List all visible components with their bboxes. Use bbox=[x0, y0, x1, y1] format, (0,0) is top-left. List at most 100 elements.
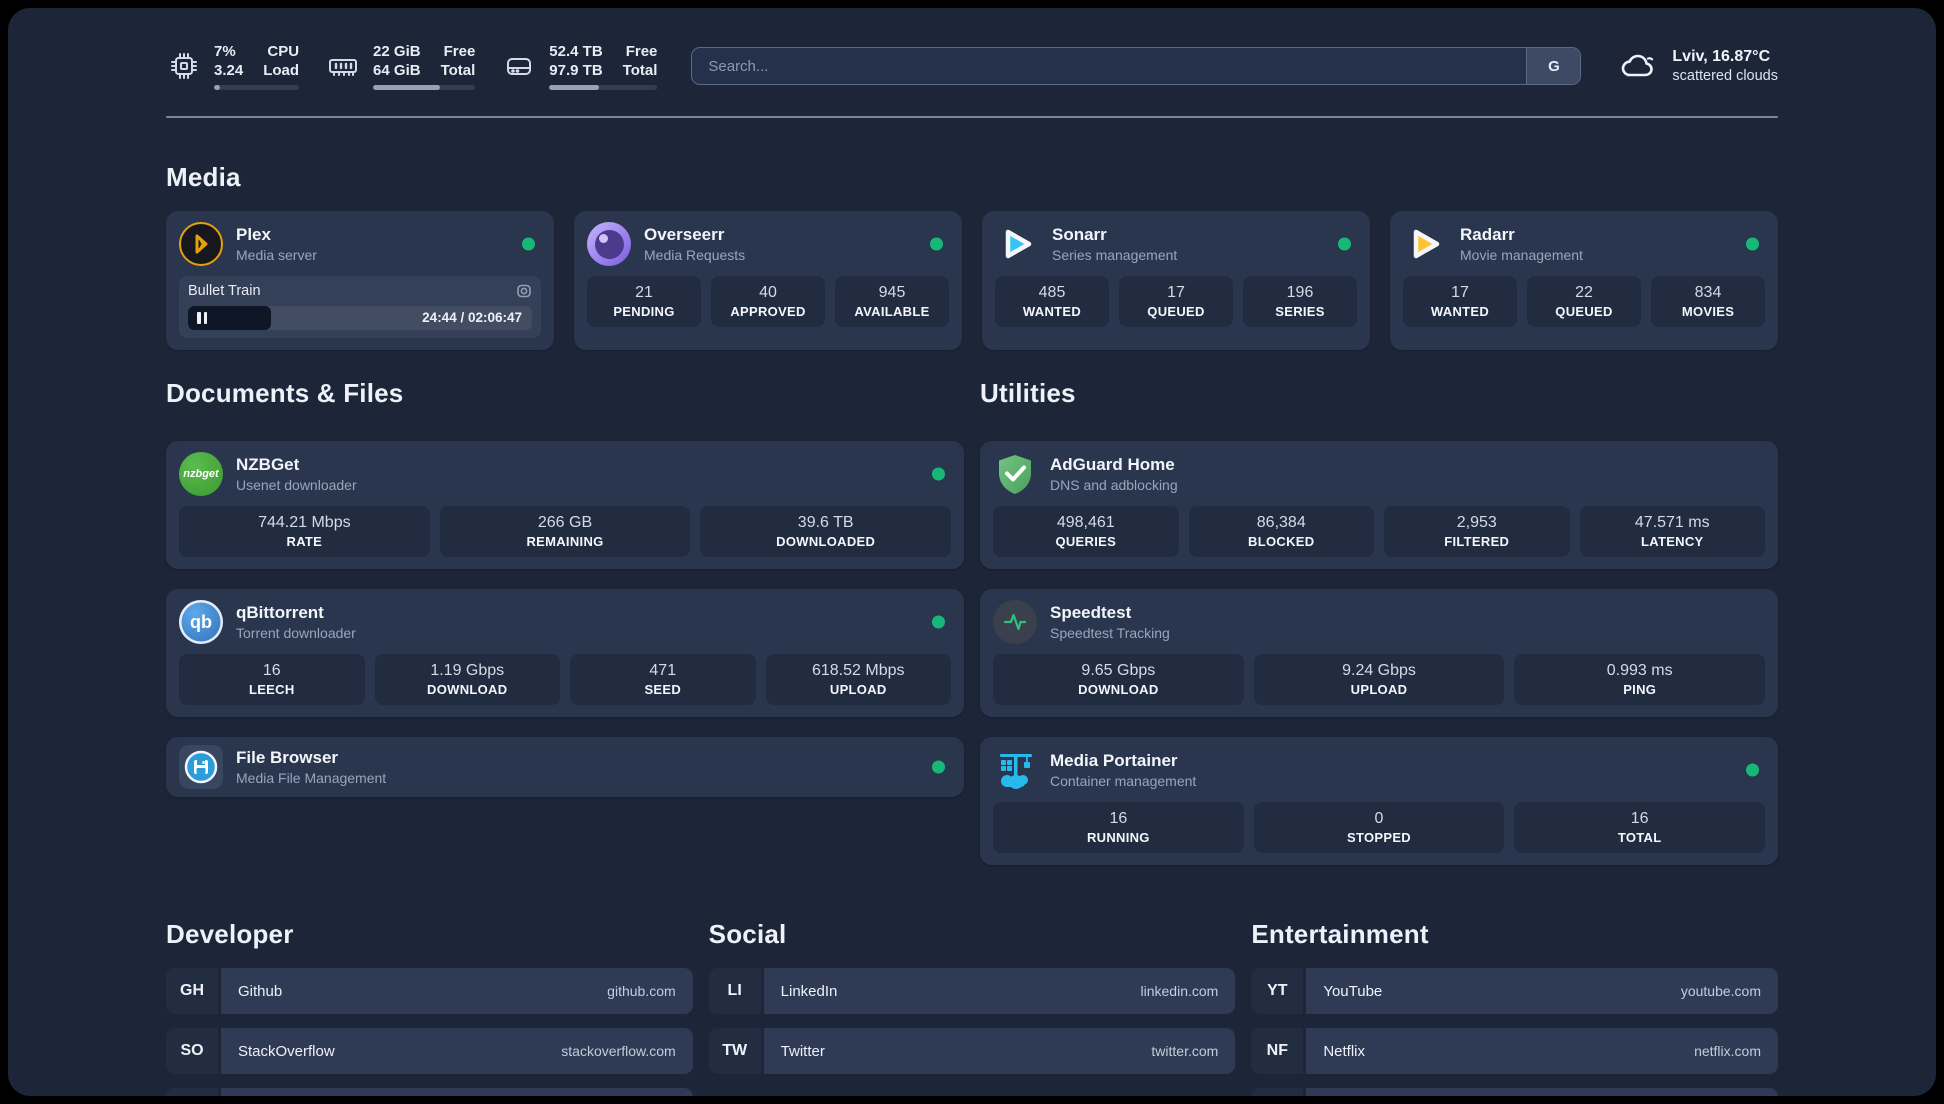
nzbget-status-dot bbox=[932, 467, 945, 481]
bookmark-name: Netflix bbox=[1323, 1042, 1366, 1060]
stat-tile: 39.6 TB DOWNLOADED bbox=[700, 506, 952, 557]
bookmark-url: linkedin.com bbox=[1140, 983, 1219, 999]
radarr-status-dot bbox=[1746, 237, 1759, 251]
section-title-developer: Developer bbox=[166, 919, 294, 949]
card-portainer[interactable]: Media Portainer Container management 16 … bbox=[980, 737, 1778, 865]
radarr-description: Movie management bbox=[1460, 247, 1583, 263]
stat-tile: 485 WANTED bbox=[995, 276, 1109, 327]
bookmark-abbr: LI bbox=[708, 968, 761, 1014]
stat-tile: 834 MOVIES bbox=[1651, 276, 1765, 327]
cpu-load-label: Load bbox=[263, 62, 300, 79]
bookmark-url: youtube.com bbox=[1680, 983, 1761, 999]
plex-status-dot bbox=[522, 237, 535, 251]
bookmark-url: twitter.com bbox=[1151, 1043, 1219, 1059]
bookmark-abbr: SO bbox=[166, 1028, 218, 1074]
bookmark-url: github.com bbox=[607, 983, 676, 999]
stat-tile: 16 TOTAL bbox=[1514, 802, 1766, 853]
bookmark-group-entertainment: Entertainment YT YouTube youtube.com NF … bbox=[1251, 919, 1778, 1096]
qbittorrent-name: qBittorrent bbox=[236, 603, 324, 622]
sonarr-icon bbox=[995, 222, 1039, 266]
bookmark-linkedin[interactable]: LI LinkedIn linkedin.com bbox=[708, 968, 1236, 1014]
playback-time: 24:44 / 02:06:47 bbox=[422, 310, 522, 325]
stat-tile: 471 SEED bbox=[570, 654, 756, 705]
portainer-description: Container management bbox=[1050, 773, 1197, 789]
bookmark-abbr: RE bbox=[1251, 1088, 1304, 1096]
card-qbittorrent[interactable]: qb qBittorrent Torrent downloader 16 LEE… bbox=[166, 589, 964, 717]
sonarr-description: Series management bbox=[1052, 247, 1178, 263]
bookmark-abbr: GH bbox=[166, 968, 218, 1014]
stat-tile: 744.21 Mbps RATE bbox=[179, 506, 430, 557]
disk-total: 97.9 TB bbox=[549, 62, 603, 79]
sonarr-name: Sonarr bbox=[1052, 225, 1107, 244]
card-filebrowser[interactable]: File Browser Media File Management bbox=[166, 737, 964, 797]
disk-icon bbox=[507, 58, 532, 75]
bookmark-name: Github bbox=[238, 982, 283, 1000]
bookmark-name: StackOverflow bbox=[238, 1042, 335, 1060]
bookmark-reddit[interactable]: RE Reddit reddit.com bbox=[1251, 1088, 1778, 1096]
memory-free-label: Free bbox=[443, 43, 476, 60]
stat-tile: 16 RUNNING bbox=[993, 802, 1244, 853]
plex-icon bbox=[179, 222, 223, 266]
qbittorrent-icon: qb bbox=[179, 600, 223, 644]
overseerr-name: Overseerr bbox=[644, 225, 725, 244]
search-input[interactable] bbox=[692, 48, 1581, 84]
card-plex[interactable]: Plex Media server Bullet Train 24:44 / 0… bbox=[166, 211, 554, 350]
pause-icon[interactable] bbox=[197, 312, 207, 324]
bookmark-youtube[interactable]: YT YouTube youtube.com bbox=[1251, 968, 1778, 1014]
section-utilities: Utilities AdGuard Home DNS and adblockin… bbox=[980, 378, 1778, 865]
search-bar: G bbox=[691, 47, 1582, 85]
cpu-progress-bar bbox=[214, 85, 300, 90]
section-title-entertainment: Entertainment bbox=[1251, 919, 1429, 949]
stat-tile: 86,384 BLOCKED bbox=[1188, 506, 1374, 557]
bookmark-url: netflix.com bbox=[1694, 1043, 1761, 1059]
card-speedtest[interactable]: Speedtest Speedtest Tracking 9.65 Gbps D… bbox=[980, 589, 1778, 717]
card-overseerr[interactable]: Overseerr Media Requests 21 PENDING 40 A… bbox=[574, 211, 962, 350]
playback-progress-bar[interactable]: 24:44 / 02:06:47 bbox=[188, 306, 532, 330]
card-nzbget[interactable]: nzbget NZBGet Usenet downloader 744.21 M… bbox=[166, 441, 964, 569]
stat-tile: 266 GB REMAINING bbox=[439, 506, 691, 557]
section-title-media: Media bbox=[166, 162, 241, 192]
bookmark-abbr: NF bbox=[1251, 1028, 1304, 1074]
bookmark-stackoverflow[interactable]: SO StackOverflow stackoverflow.com bbox=[166, 1028, 693, 1074]
bookmark-abbr: YT bbox=[1251, 968, 1304, 1014]
section-documents-files: Documents & Files nzbget NZBGet Usenet d… bbox=[166, 378, 964, 865]
section-title-social: Social bbox=[708, 919, 787, 949]
plex-now-playing: Bullet Train 24:44 / 02:06:47 bbox=[179, 276, 541, 338]
overseerr-status-dot bbox=[930, 237, 943, 251]
portainer-status-dot bbox=[1746, 763, 1759, 777]
memory-free: 22 GiB bbox=[373, 43, 421, 60]
stat-tile: 16 LEECH bbox=[179, 654, 365, 705]
search-engine-button[interactable]: G bbox=[1526, 48, 1581, 84]
portainer-name: Media Portainer bbox=[1050, 751, 1178, 770]
bookmark-github[interactable]: GH Github github.com bbox=[166, 968, 693, 1014]
memory-icon bbox=[329, 59, 358, 76]
bookmark-name: LinkedIn bbox=[780, 982, 838, 1000]
bookmark-group-social: Social LI LinkedIn linkedin.com TW Twitt… bbox=[708, 919, 1236, 1096]
radarr-icon bbox=[1403, 222, 1447, 266]
stat-tile: 47.571 ms LATENCY bbox=[1579, 506, 1765, 557]
dashboard-page: 7% 3.24 CPU Load 22 GiB 64 GiB Free Tota… bbox=[8, 8, 1936, 1096]
qbittorrent-description: Torrent downloader bbox=[236, 625, 356, 641]
bookmark-netflix[interactable]: NF Netflix netflix.com bbox=[1251, 1028, 1778, 1074]
adguard-description: DNS and adblocking bbox=[1050, 477, 1178, 493]
section-media: Media Plex Media server Bullet Train 24:… bbox=[166, 162, 1778, 350]
card-radarr[interactable]: Radarr Movie management 17 WANTED 22 QUE… bbox=[1390, 211, 1778, 350]
bookmark-dev[interactable]: DT DEV dev.to bbox=[166, 1088, 693, 1096]
filebrowser-icon bbox=[179, 745, 223, 789]
speedtest-icon bbox=[993, 600, 1037, 644]
nzbget-name: NZBGet bbox=[236, 455, 300, 474]
card-adguard[interactable]: AdGuard Home DNS and adblocking 498,461 … bbox=[980, 441, 1778, 569]
plex-description: Media server bbox=[236, 247, 317, 263]
card-sonarr[interactable]: Sonarr Series management 485 WANTED 17 Q… bbox=[982, 211, 1370, 350]
cpu-load: 3.24 bbox=[214, 62, 244, 79]
bookmark-twitter[interactable]: TW Twitter twitter.com bbox=[708, 1028, 1236, 1074]
bookmark-abbr: TW bbox=[708, 1028, 761, 1074]
bookmark-abbr: DT bbox=[166, 1088, 218, 1096]
weather-condition: scattered clouds bbox=[1672, 68, 1778, 84]
memory-widget: 22 GiB 64 GiB Free Total bbox=[325, 42, 476, 90]
overseerr-description: Media Requests bbox=[644, 247, 746, 263]
bookmark-name: Twitter bbox=[780, 1042, 825, 1060]
nzbget-description: Usenet downloader bbox=[236, 477, 357, 493]
memory-total: 64 GiB bbox=[373, 62, 421, 79]
speedtest-description: Speedtest Tracking bbox=[1050, 625, 1170, 641]
